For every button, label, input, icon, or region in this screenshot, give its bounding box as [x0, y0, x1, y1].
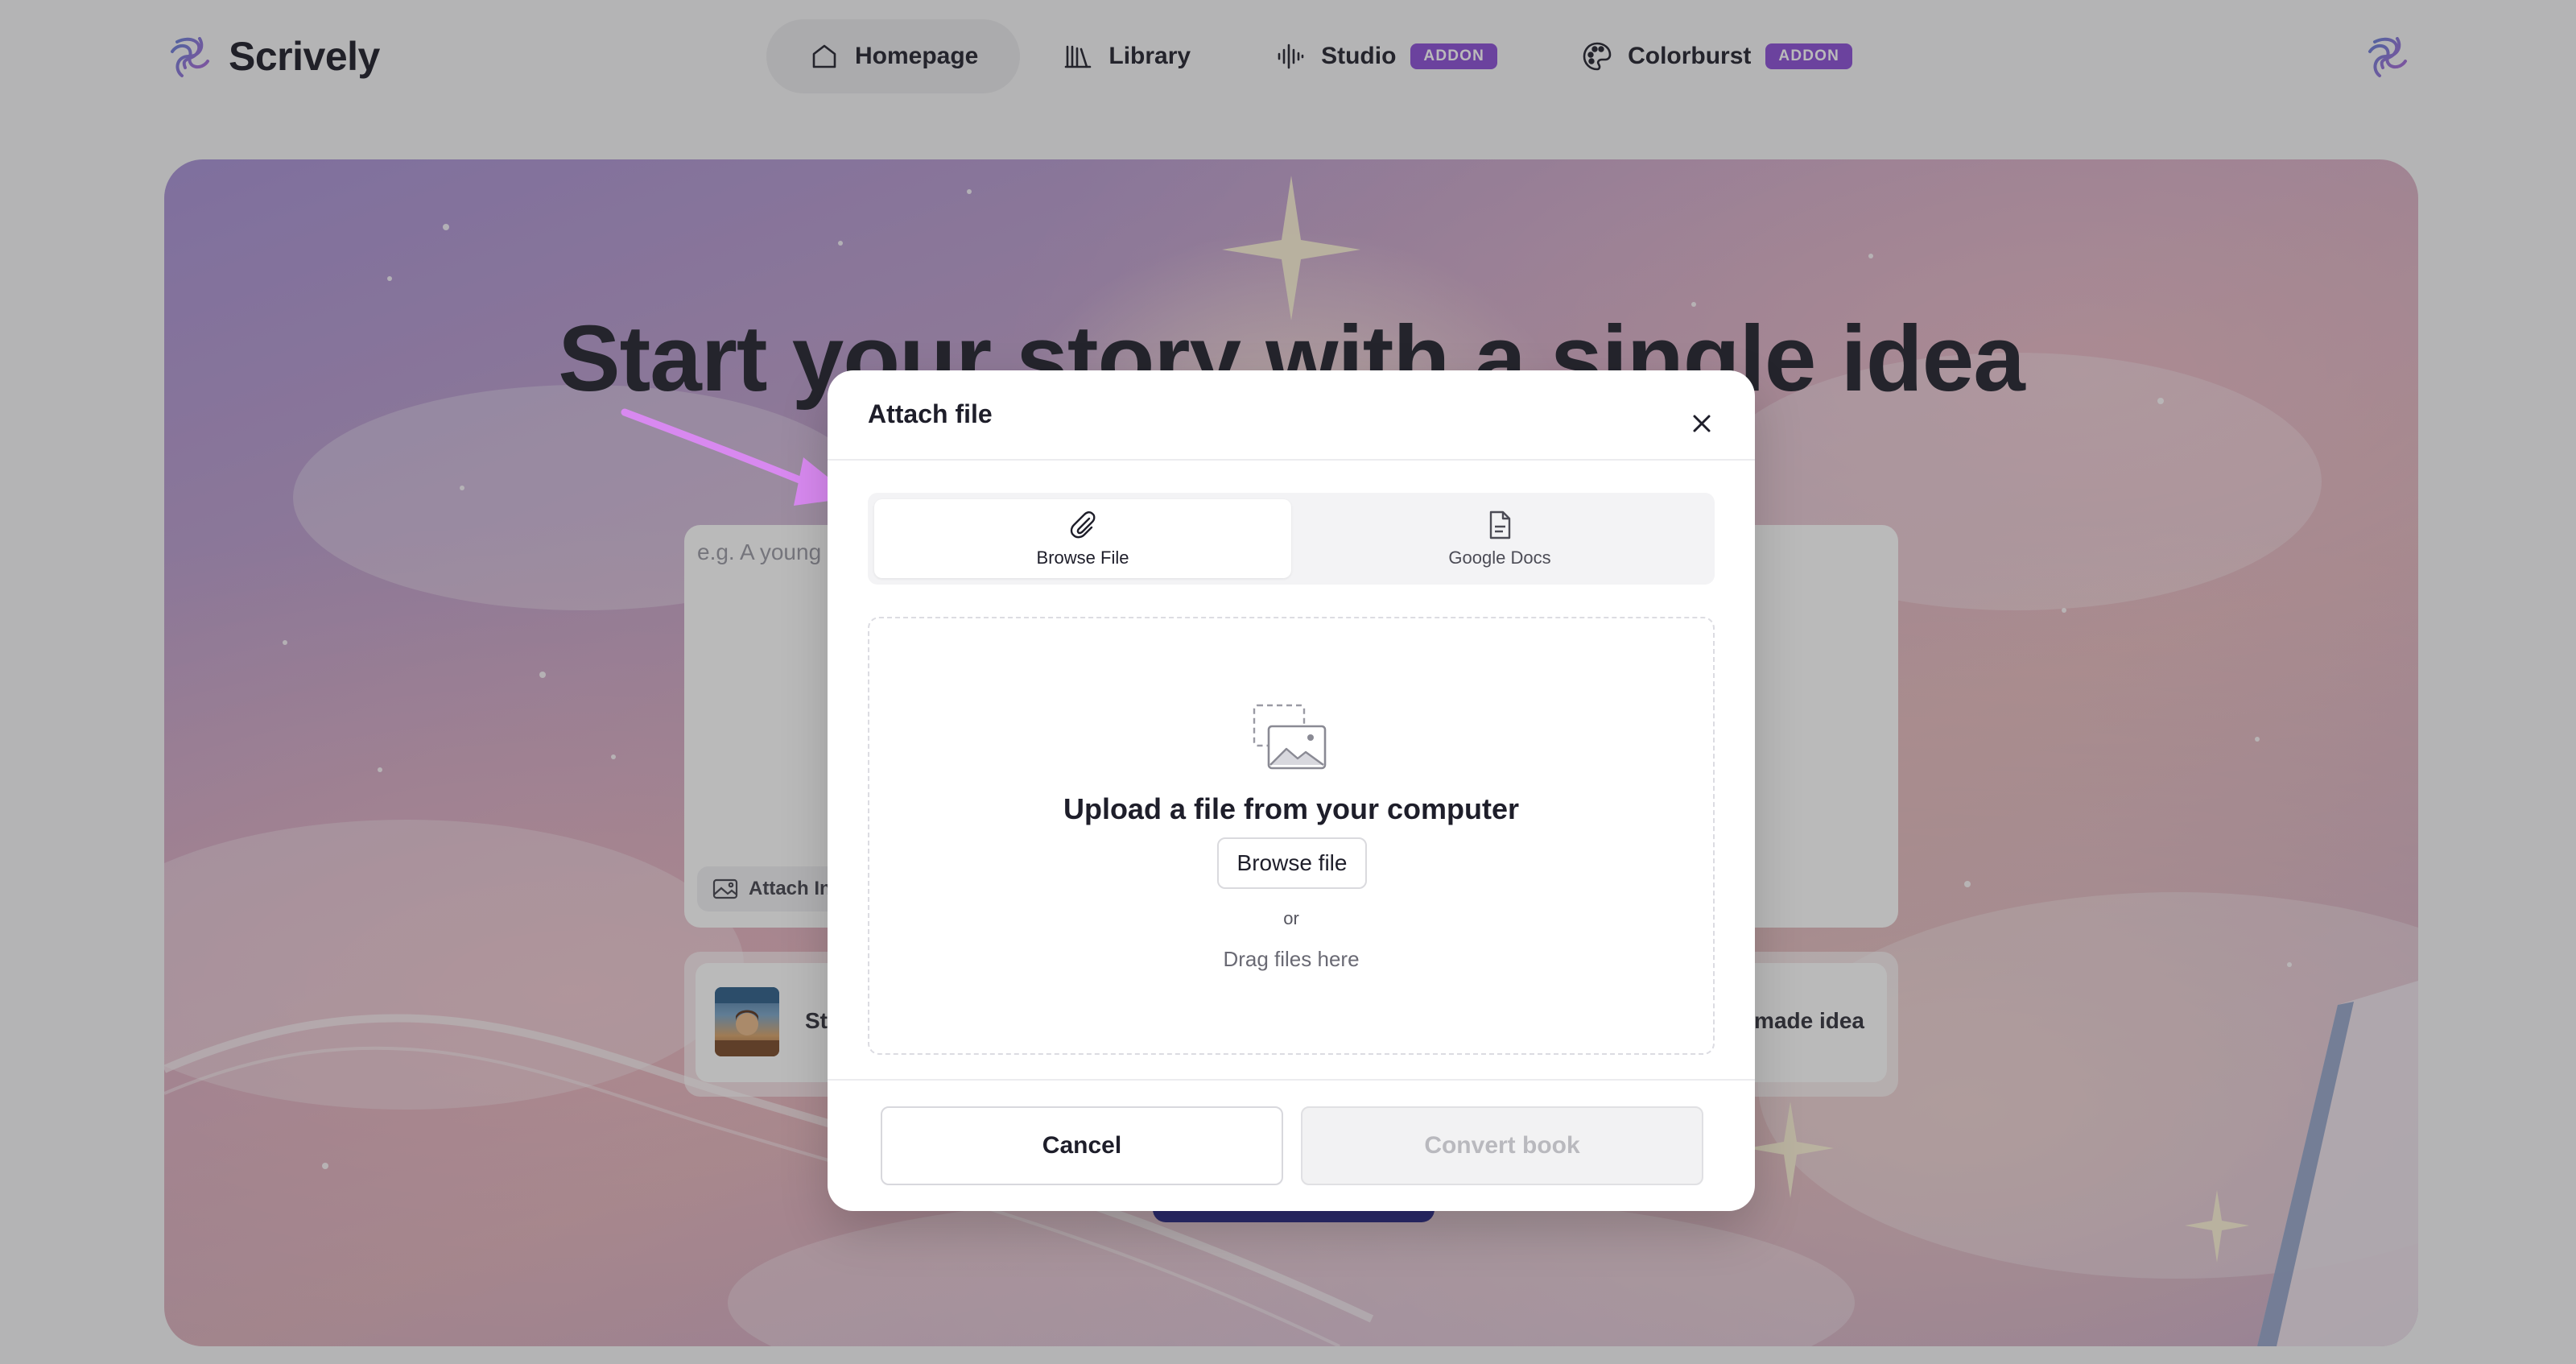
divider: [828, 1079, 1755, 1081]
source-tabs: Browse File Google Docs: [868, 493, 1715, 585]
tab-label-browse-file: Browse File: [1036, 548, 1129, 568]
file-drop-zone[interactable]: Upload a file from your computer Browse …: [868, 617, 1715, 1055]
close-icon: [1693, 415, 1711, 432]
paperclip-icon: [1070, 511, 1096, 539]
tab-browse-file[interactable]: Browse File: [874, 499, 1291, 578]
upload-image-icon: [1253, 704, 1327, 770]
tab-google-docs[interactable]: Google Docs: [1291, 499, 1708, 578]
or-separator: or: [1283, 908, 1299, 928]
close-button[interactable]: [1682, 404, 1721, 443]
attach-file-dialog: Attach file Browse File Google Docs Uplo…: [828, 370, 1755, 1211]
browse-file-button[interactable]: Browse file: [1217, 837, 1367, 889]
cancel-button[interactable]: Cancel: [881, 1106, 1283, 1185]
divider: [828, 459, 1755, 461]
convert-book-button[interactable]: Convert book: [1301, 1106, 1703, 1185]
drag-hint: Drag files here: [1223, 947, 1360, 971]
tab-label-google-docs: Google Docs: [1448, 548, 1551, 568]
dialog-title: Attach file: [868, 399, 993, 428]
document-icon: [1489, 510, 1511, 539]
upload-heading: Upload a file from your computer: [1063, 792, 1520, 825]
